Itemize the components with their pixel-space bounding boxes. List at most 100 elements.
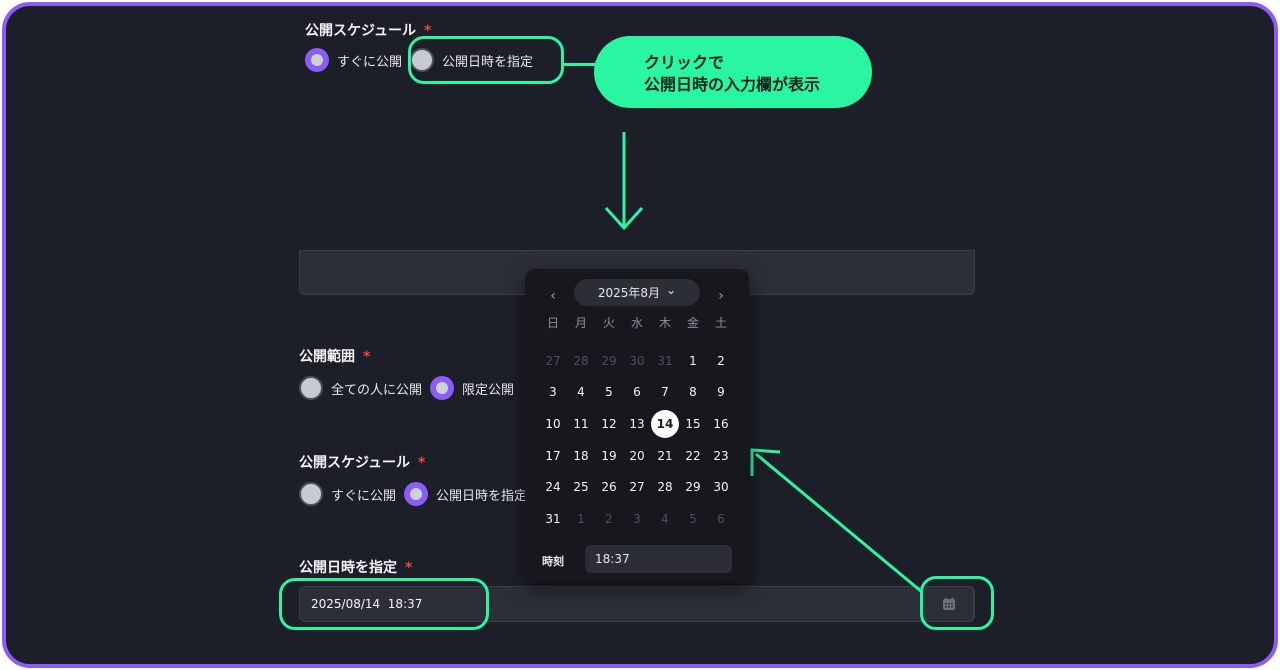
prev-month-button[interactable]: ‹ [543,286,563,306]
calendar-day[interactable]: 21 [651,440,679,472]
calendar-day-number: 15 [685,416,701,431]
calendar-day-number: 5 [605,385,613,400]
calendar-day[interactable]: 9 [707,377,735,409]
calendar-day-number: 11 [573,416,589,431]
calendar-day[interactable]: 7 [651,377,679,409]
calendar-day[interactable]: 6 [623,377,651,409]
calendar-day-number: 10 [545,416,561,431]
calendar-day-number: 27 [629,480,645,495]
calendar-day-number: 26 [601,480,617,495]
callout-line2: 公開日時の入力欄が表示 [644,75,821,94]
calendar-day[interactable]: 24 [539,471,567,503]
radio-visibility-all[interactable] [299,376,323,400]
calendar-day-number: 23 [713,448,729,463]
calendar-day-number: 4 [661,511,669,526]
calendar-day[interactable]: 10 [539,408,567,440]
calendar-day-number: 8 [689,385,697,400]
visibility-label: 公開範囲 * [299,349,371,365]
calendar-day-number: 14 [651,409,679,438]
schedule-label: 公開スケジュール * [299,455,426,471]
callout-line1: クリックで [644,53,725,72]
calendar-day-number: 21 [657,448,673,463]
calendar-day[interactable]: 12 [595,408,623,440]
calendar-day[interactable]: 25 [567,471,595,503]
calendar-day[interactable]: 3 [539,377,567,409]
calendar-day[interactable]: 18 [567,440,595,472]
calendar-day[interactable]: 31 [651,345,679,377]
radio-schedule-now[interactable] [299,482,323,506]
day-grid: 27 28 29 30 31 1 2 3 4 5 6 7 8 9 10 11 12 13 14 15 16 17 18 19 2… [539,345,735,535]
calendar-day-number: 31 [657,353,673,368]
calendar-day[interactable]: 23 [707,440,735,472]
calendar-day[interactable]: 26 [595,471,623,503]
calendar-day[interactable]: 20 [623,440,651,472]
callout-connector [564,63,598,66]
calendar-day-number: 2 [605,511,613,526]
calendar-day[interactable]: 4 [567,377,595,409]
calendar-day[interactable]: 5 [679,503,707,535]
calendar-day[interactable]: 2 [707,345,735,377]
calendar-day-number: 20 [629,448,645,463]
next-month-button[interactable]: › [711,286,731,306]
calendar-day-number: 12 [601,416,617,431]
calendar-day[interactable]: 30 [623,345,651,377]
calendar-day[interactable]: 14 [651,408,679,440]
calendar-day-number: 25 [573,480,589,495]
diagonal-arrow-icon [750,448,923,594]
calendar-day[interactable]: 4 [651,503,679,535]
month-title: 2025年8月 [597,286,661,300]
calendar-day[interactable]: 2 [595,503,623,535]
calendar-day[interactable]: 31 [539,503,567,535]
calendar-day[interactable]: 29 [679,471,707,503]
calendar-day-number: 30 [713,480,729,495]
calendar-day-number: 16 [713,416,729,431]
calendar-day[interactable]: 22 [679,440,707,472]
weekday-label: 日 [546,316,559,330]
month-select[interactable]: 2025年8月 ⌄ [574,279,700,306]
weekday-label: 金 [686,316,699,330]
radio-schedule-datetime-label: 公開日時を指定 [436,488,528,504]
calendar-day[interactable]: 15 [679,408,707,440]
top-radio-now[interactable] [305,48,329,72]
calendar-day[interactable]: 27 [623,471,651,503]
radio-schedule-now-label: すぐに公開 [331,488,397,504]
screenshot-frame: 公開スケジュール * すぐに公開 公開日時を指定 クリックで 公開日時の入力欄が表… [2,2,1278,668]
radio-schedule-datetime[interactable] [404,482,429,506]
calendar-day[interactable]: 28 [567,345,595,377]
weekday-label: 土 [714,316,727,330]
calendar-day-number: 29 [685,480,701,495]
calendar-day-number: 19 [601,448,617,463]
weekday-label: 月 [574,316,587,330]
radio-visibility-limited[interactable] [430,376,455,400]
calendar-day-number: 24 [545,480,561,495]
calendar-day-number: 1 [577,511,585,526]
time-input[interactable]: 18:37 [585,545,732,573]
calendar-day-number: 1 [689,353,697,368]
calendar-day[interactable]: 17 [539,440,567,472]
weekday-label: 木 [658,316,671,330]
calendar-day[interactable]: 8 [679,377,707,409]
time-input-value: 18:37 [595,552,630,566]
calendar-day-number: 5 [689,511,697,526]
calendar-day-number: 6 [717,511,725,526]
calendar-day[interactable]: 1 [567,503,595,535]
top-radio-now-label: すぐに公開 [337,54,403,70]
calendar-day[interactable]: 28 [651,471,679,503]
calendar-day[interactable]: 6 [707,503,735,535]
calendar-day[interactable]: 16 [707,408,735,440]
schedule-radio-group: すぐに公開 公開日時を指定 [299,482,535,506]
calendar-day[interactable]: 19 [595,440,623,472]
time-label: 時刻 [542,555,564,568]
calendar-day[interactable]: 11 [567,408,595,440]
radio-visibility-limited-label: 限定公開 [462,382,515,398]
calendar-day[interactable]: 30 [707,471,735,503]
calendar-day[interactable]: 29 [595,345,623,377]
calendar-day-number: 3 [549,385,557,400]
calendar-day[interactable]: 1 [679,345,707,377]
calendar-day[interactable]: 13 [623,408,651,440]
calendar-day-number: 17 [545,448,561,463]
calendar-day[interactable]: 5 [595,377,623,409]
calendar-day[interactable]: 27 [539,345,567,377]
calendar-popup: ‹ 2025年8月 ⌄ › 日 月 火 水 木 金 土 27 28 29 30 31 1 2… [525,269,749,583]
calendar-day[interactable]: 3 [623,503,651,535]
